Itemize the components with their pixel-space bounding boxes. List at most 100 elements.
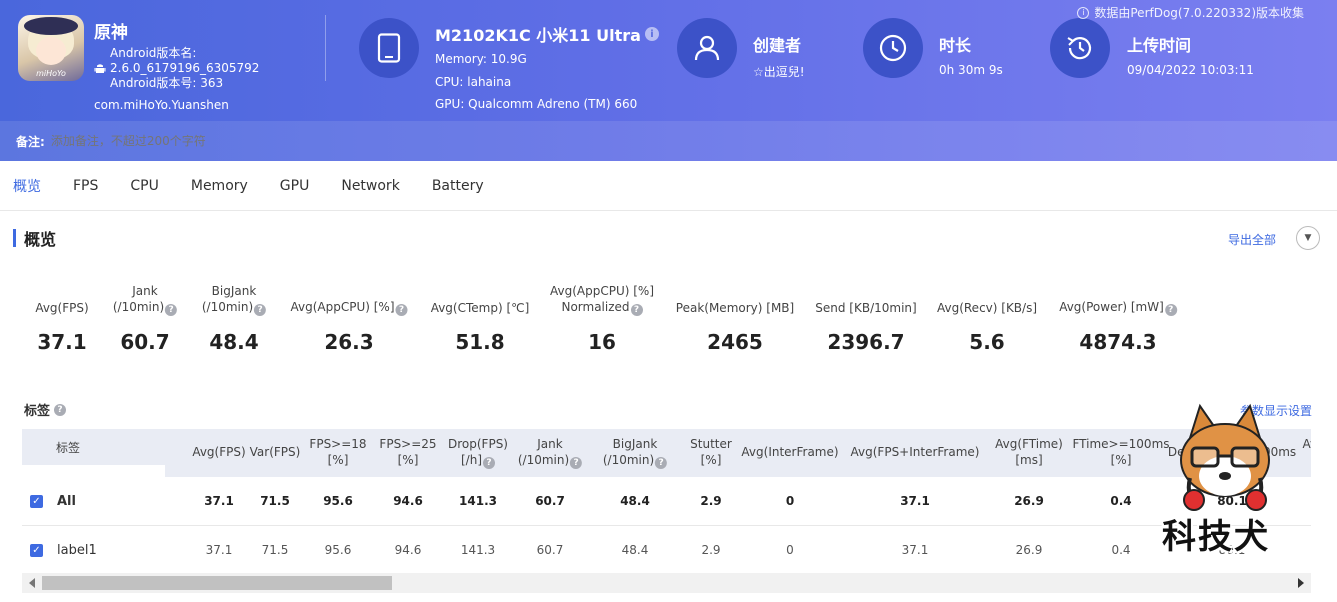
metric-label-text: Avg(AppCPU) [%] [290,300,395,314]
metric-label: Peak(Memory) [MB] [676,300,794,316]
column-header[interactable]: Drop(FPS) [/h]? [448,436,508,469]
help-icon[interactable]: ? [395,304,408,316]
column-header-line1: Avg(InterFrame) [741,445,839,459]
column-header[interactable]: Avg(A[% [1302,436,1311,468]
column-header[interactable]: Jank (/10min)? [517,436,583,469]
watermark: 科技犬 [1150,398,1300,566]
android-version: 2.6.0_6179196_6305792 [110,61,260,75]
column-header-line1: Var(FPS) [249,445,301,459]
history-icon [1067,37,1092,60]
tab-gpu[interactable]: GPU [280,161,310,211]
export-all-button[interactable]: 导出全部 [1228,231,1276,248]
table-cell: 71.5 [261,543,289,557]
app-info: Android版本名: 2.6.0_6179196_6305792 Androi… [94,46,259,91]
column-header-line1: Avg(FTime) [995,437,1063,451]
column-header[interactable]: FPS>=18 [%] [309,436,366,468]
metric-value: 26.3 [324,330,374,354]
device-cpu: CPU: lahaina [435,75,512,89]
help-icon[interactable]: ? [570,457,583,469]
table-cell: 26.9 [1015,543,1043,557]
tag-row-label1[interactable]: ✓ label1 [22,526,165,573]
help-icon[interactable]: ? [655,457,668,469]
horizontal-scrollbar[interactable] [22,573,1311,593]
duration-value: 0h 30m 9s [939,63,1003,77]
metric-value: 37.1 [37,330,87,354]
tab-battery[interactable]: Battery [432,161,484,211]
tab-overview[interactable]: 概览 [13,161,41,211]
help-icon[interactable]: ? [630,304,643,316]
metric-label: Avg(FPS) [35,300,88,316]
column-header[interactable]: Var(FPS) [250,444,301,460]
help-icon[interactable]: ? [54,403,67,416]
metric-label-line1: Avg(AppCPU) [%] [549,284,655,298]
column-header[interactable]: Avg(InterFrame) [741,444,838,460]
package-name: com.miHoYo.Yuanshen [94,98,229,112]
tab-bar: 概览 FPS CPU Memory GPU Network Battery [0,161,1337,211]
checkbox-all[interactable]: ✓ [30,494,43,508]
tab-memory[interactable]: Memory [191,161,248,211]
upload-title: 上传时间 [1127,36,1192,55]
creator-value: ☆出逗兒! [753,65,805,79]
title-accent-bar [13,229,16,247]
column-header-line2: (/10min)? [517,452,583,469]
scroll-right-icon[interactable] [1298,578,1304,588]
column-header-unit: (/10min) [517,453,570,467]
table-cell: 48.4 [620,494,650,508]
column-header[interactable]: Avg(FTime) [ms] [995,436,1063,468]
column-header-unit: [/h] [460,453,482,467]
column-header[interactable]: FPS>=25 [%] [379,436,436,468]
table-row[interactable]: 37.1 71.5 95.6 94.6 141.3 60.7 48.4 2.9 0 37.1 26.… [165,477,1311,526]
metric-value: 51.8 [455,330,505,354]
tags-title-text: 标签 [24,404,51,419]
device-icon-circle [359,18,419,78]
remark-input[interactable] [50,134,351,148]
column-header-line1: FPS>=18 [309,437,367,451]
metric-label: Avg(CTemp) [℃] [431,300,530,316]
tab-fps[interactable]: FPS [73,161,98,211]
table-cell: 37.1 [900,494,930,508]
column-header[interactable]: BigJank (/10min)? [603,436,668,469]
table-cell: 141.3 [459,494,497,508]
column-header-line1: FPS>=25 [379,437,437,451]
device-name: M2102K1C 小米11 Ultra i [435,22,659,46]
help-icon[interactable]: ? [1164,304,1177,316]
watermark-text: 科技犬 [1162,517,1270,557]
tab-network[interactable]: Network [341,161,399,211]
metric-value: 16 [588,330,616,354]
upload-icon-circle [1050,18,1110,78]
help-icon[interactable]: ? [254,304,267,316]
column-header-line2: [% [1302,452,1311,468]
column-header-unit: [%] [327,453,349,467]
creator-title: 创建者 [753,36,802,55]
scrollbar-thumb[interactable] [42,576,392,590]
table-cell: 2.9 [701,543,721,557]
android-icon [94,63,106,73]
tab-cpu[interactable]: CPU [130,161,158,211]
column-header-line1: Drop(FPS) [448,437,508,451]
column-header-line2: [%] [690,452,732,468]
overview-title: 概览 [13,228,56,249]
chevron-down-icon[interactable]: ▼ [1296,226,1320,250]
remark-bar: 备注: [0,121,1337,161]
duration-icon-circle [863,18,923,78]
metric-label-text: (/10min) [201,300,254,314]
metric-label-line2: Normalized? [550,299,654,316]
metric-value: 60.7 [120,330,170,354]
android-version-code: Android版本号: 363 [110,76,224,90]
table-header: Avg(FPS) Var(FPS) FPS>=18 [%] FPS>=25 [%] Drop… [165,429,1311,477]
checkbox-label1[interactable]: ✓ [30,544,43,557]
clock-icon [879,34,907,62]
info-icon[interactable]: i [644,27,659,41]
table-row[interactable]: 37.1 71.5 95.6 94.6 141.3 60.7 48.4 2.9 0 37.1 26.… [165,526,1311,573]
info-icon: i [1077,6,1090,19]
metric-label: Send [KB/10min] [815,300,916,316]
column-header[interactable]: Avg(FPS) [192,444,245,460]
metric-label-text: (/10min) [112,300,165,314]
tag-row-all[interactable]: ✓ All [22,477,165,526]
column-header[interactable]: Avg(FPS+InterFrame) [851,444,980,460]
help-icon[interactable]: ? [483,457,495,469]
metric-label-text: Peak(Memory) [MB] [675,301,795,315]
scroll-left-icon[interactable] [29,578,35,588]
help-icon[interactable]: ? [165,304,178,316]
column-header[interactable]: Stutter [%] [690,436,732,468]
